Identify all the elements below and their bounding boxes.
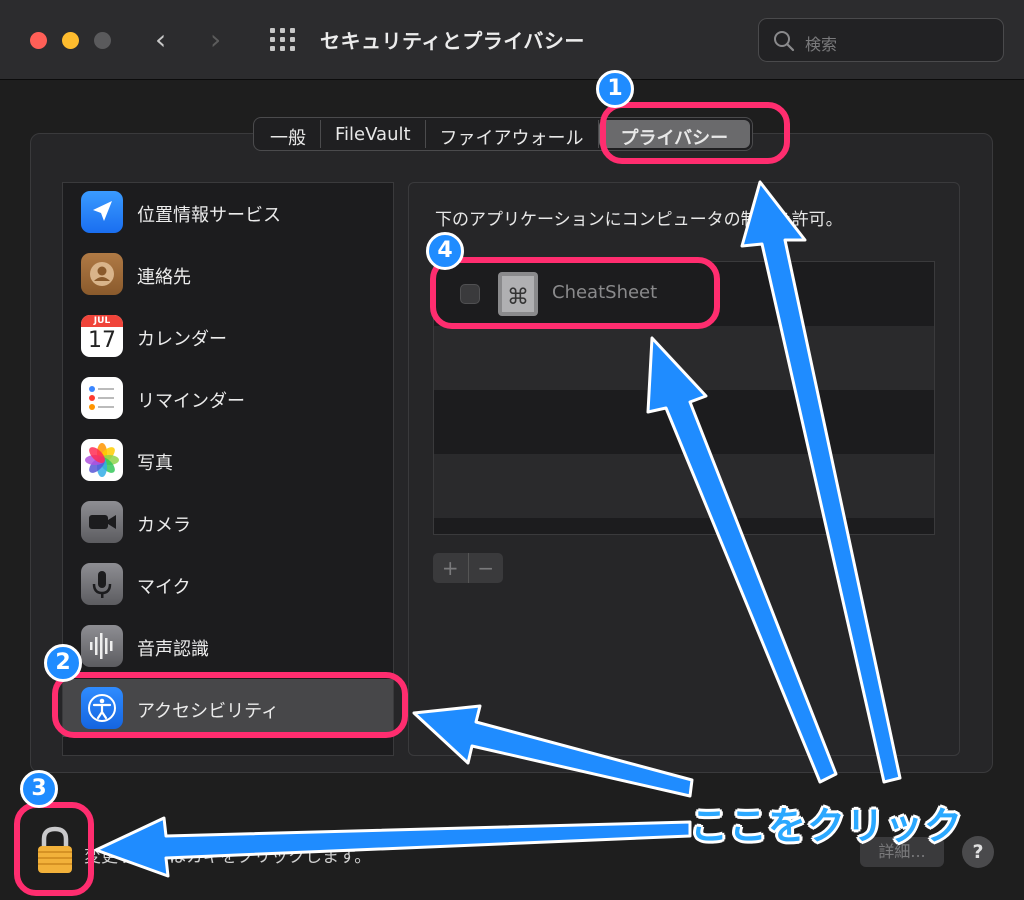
arrow-to-accessibility [412,704,694,798]
highlight-cheatsheet-row [430,257,720,329]
annotation-arrows [94,180,902,878]
arrow-to-privacy-tab [740,180,902,784]
step-badge-2: 2 [44,644,82,682]
arrow-to-lock [94,816,692,878]
highlight-lock [14,802,94,896]
highlight-privacy-tab [600,102,790,164]
highlight-accessibility-item [52,672,408,738]
step-badge-4: 4 [426,232,464,270]
step-badge-1: 1 [596,70,634,108]
step-badge-3: 3 [20,770,58,808]
click-here-callout: ここをクリック [690,804,964,848]
